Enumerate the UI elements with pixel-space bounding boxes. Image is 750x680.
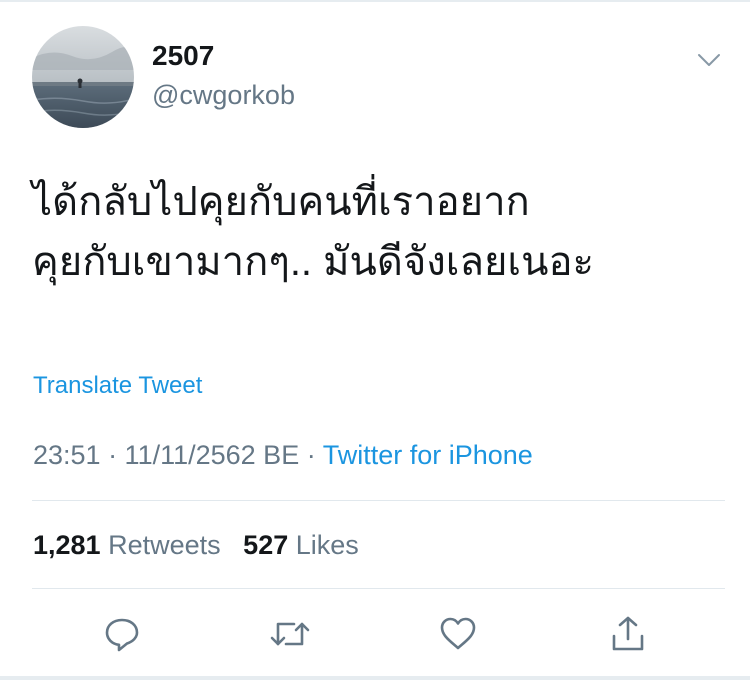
tweet-text-line: คุยกับเขามากๆ.. มันดีจังเลยเนอะ xyxy=(32,240,594,284)
likes-label: Likes xyxy=(295,530,359,560)
likes-count: 527 xyxy=(243,530,289,560)
source-link[interactable]: Twitter for iPhone xyxy=(323,440,533,470)
action-bar xyxy=(0,612,750,656)
bottom-divider xyxy=(0,676,750,680)
tweet-text-line: ได้กลับไปคุยกับคนที่เราอยาก xyxy=(32,180,530,224)
tweet-stats: 1,281 Retweets 527 Likes xyxy=(33,530,359,561)
reply-button[interactable] xyxy=(100,612,144,656)
like-icon xyxy=(440,617,476,650)
divider xyxy=(32,500,725,501)
display-name[interactable]: 2507 xyxy=(152,40,214,72)
retweets-label: Retweets xyxy=(108,530,221,560)
timestamp[interactable]: 23:51 · 11/11/2562 BE xyxy=(33,440,299,470)
like-button[interactable] xyxy=(436,612,480,656)
tweet-text: ได้กลับไปคุยกับคนที่เราอยาก คุยกับเขามาก… xyxy=(32,172,722,292)
retweet-button[interactable] xyxy=(268,612,312,656)
top-divider xyxy=(0,0,750,2)
share-button[interactable] xyxy=(606,612,650,656)
share-icon xyxy=(612,616,644,651)
reply-icon xyxy=(105,618,139,652)
profile-photo-icon xyxy=(32,26,134,128)
meta-separator: · xyxy=(299,440,323,470)
user-handle[interactable]: @cwgorkob xyxy=(152,80,295,111)
retweets-stat[interactable]: 1,281 Retweets xyxy=(33,530,221,560)
retweet-icon xyxy=(270,622,310,646)
avatar[interactable] xyxy=(32,26,134,128)
retweets-count: 1,281 xyxy=(33,530,101,560)
tweet-meta: 23:51 · 11/11/2562 BE · Twitter for iPho… xyxy=(33,440,533,471)
likes-stat[interactable]: 527 Likes xyxy=(243,530,359,560)
divider xyxy=(32,588,725,589)
translate-tweet-link[interactable]: Translate Tweet xyxy=(33,372,202,400)
chevron-down-icon[interactable] xyxy=(696,50,722,70)
